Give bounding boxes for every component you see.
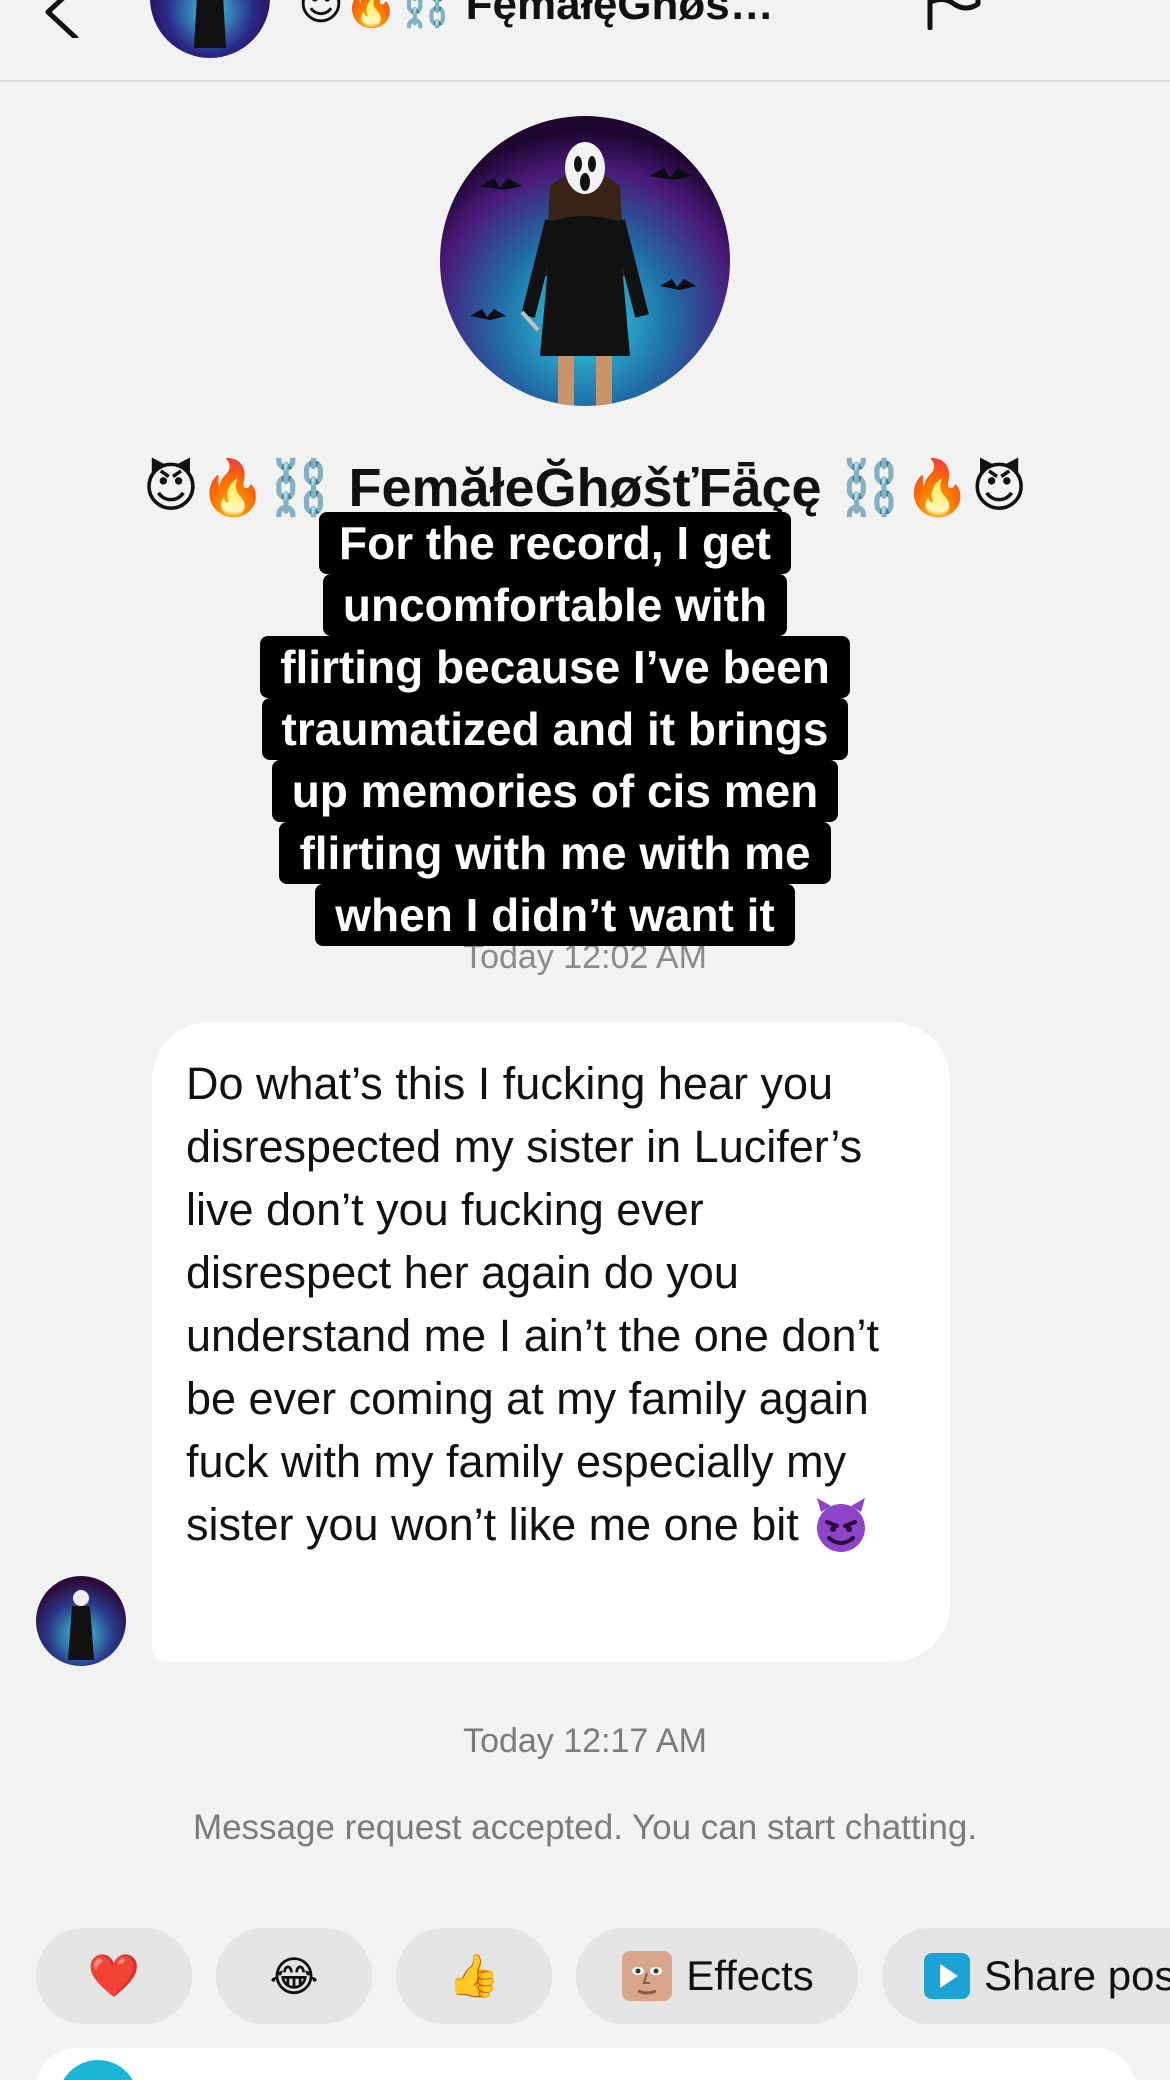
caption-line: For the record, I get (319, 512, 791, 574)
effects-label: Effects (686, 1952, 814, 1999)
message-composer[interactable] (36, 2048, 1136, 2080)
smiling-devil-icon (817, 1498, 866, 1552)
caption-line: up memories of cis men (271, 760, 839, 822)
share-post-button[interactable]: Share pos (882, 1928, 1170, 2024)
message-body: Do what’s this I fucking hear you disres… (186, 1058, 879, 1550)
caption-line: traumatized and it brings (261, 698, 849, 760)
profile-name: 😈🔥⛓️ FemăłeĞhøšťFǟçę ⛓️🔥😈 (142, 458, 1028, 518)
effects-button[interactable]: Effects (576, 1928, 858, 2024)
message-bubble[interactable]: Do what’s this I fucking hear you disres… (152, 1022, 950, 1662)
heart-reaction-button[interactable]: ❤️ (36, 1928, 192, 2024)
face-effect-icon (622, 1951, 673, 2001)
sender-avatar[interactable] (36, 1576, 126, 1666)
camera-button[interactable] (58, 2060, 138, 2080)
thumbs-up-reaction-button[interactable]: 👍 (396, 1928, 552, 2024)
flag-icon[interactable] (924, 0, 984, 30)
profile-avatar[interactable] (440, 116, 730, 406)
caption-overlay: For the record, I get uncomfortable with… (235, 512, 875, 946)
caption-line: uncomfortable with (322, 574, 788, 636)
message-text: Do what’s this I fucking hear you disres… (186, 1052, 916, 1556)
chat-screen: 😈🔥⛓️ FęmałęGħøs… 😈🔥⛓️ FemăłeĞhøšťFǟçę ⛓️… (0, 0, 1170, 2080)
header-title[interactable]: 😈🔥⛓️ FęmałęGħøs… (298, 0, 858, 30)
caption-line: flirting because I’ve been (260, 636, 850, 698)
caption-line: flirting with me with me (279, 822, 831, 884)
thumbs-up-icon: 👍 (447, 1951, 501, 1999)
quick-reactions-bar: ❤️ 😂 👍 Effects Share pos (36, 1928, 1170, 2024)
chat-header: 😈🔥⛓️ FęmałęGħøs… (0, 0, 1170, 82)
back-arrow-icon[interactable] (36, 0, 92, 38)
laugh-reaction-button[interactable]: 😂 (216, 1928, 372, 2024)
play-square-icon (924, 1953, 970, 1999)
laughing-face-icon: 😂 (269, 1952, 319, 2000)
header-avatar[interactable] (150, 0, 270, 58)
message-timestamp: Today 12:17 AM (463, 1722, 707, 1760)
heart-icon: ❤️ (87, 1951, 141, 1999)
share-post-label: Share pos (984, 1952, 1170, 1999)
caption-line: when I didn’t want it (315, 884, 795, 946)
request-accepted-note: Message request accepted. You can start … (192, 1808, 978, 1847)
more-options-icon[interactable] (1050, 0, 1120, 10)
